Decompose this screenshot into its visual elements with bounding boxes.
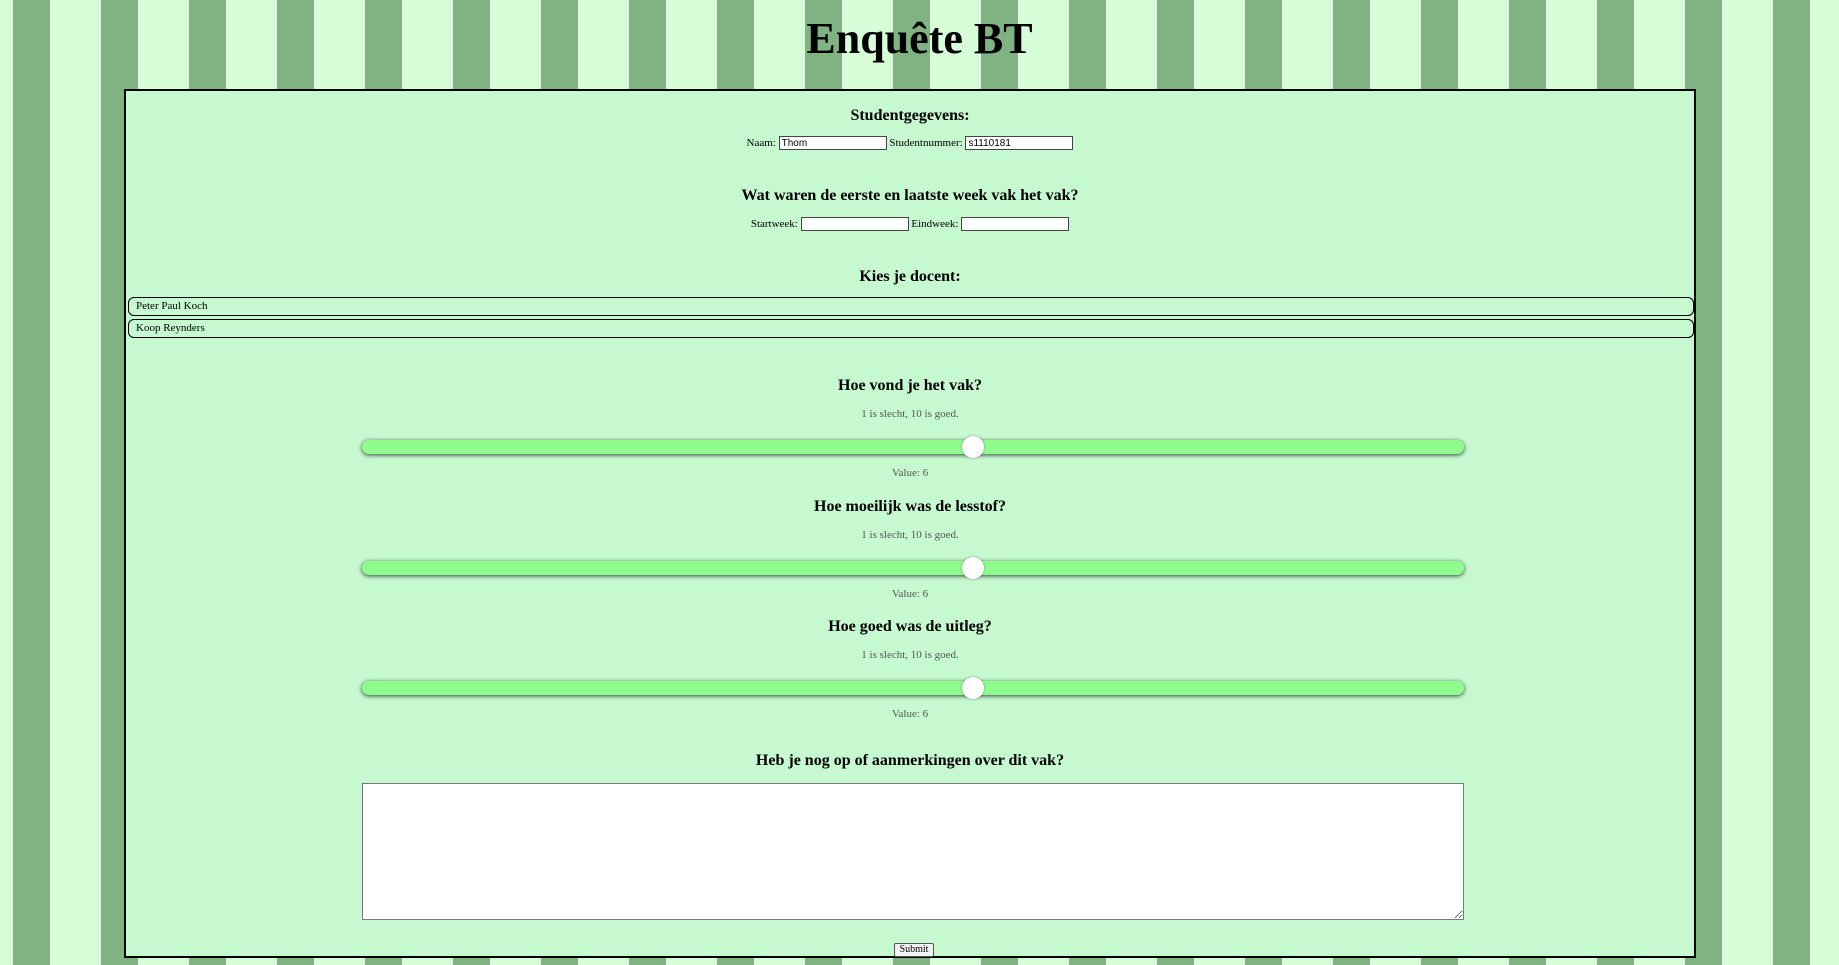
start-week-input[interactable] <box>800 217 909 232</box>
weeks-fields: Startweek: Eindweek: <box>126 216 1694 232</box>
end-week-label: Eindweek: <box>911 218 959 230</box>
weeks-heading: Wat waren de eerste en laatste week vak … <box>741 187 1079 204</box>
slider-thumb[interactable] <box>962 677 984 699</box>
name-input[interactable] <box>778 136 887 151</box>
rating-value-explanation: Value: 6 <box>891 708 929 720</box>
comments-heading: Heb je nog op of aanmerkingen over dit v… <box>755 752 1065 769</box>
rating-value-course: Value: 6 <box>891 467 929 479</box>
submit-button[interactable]: Submit <box>894 943 934 957</box>
teacher-option-koop-reynders[interactable]: Koop Reynders <box>128 319 1694 338</box>
rating-hint-course: 1 is slecht, 10 is goed. <box>861 408 959 420</box>
explanation-rating-slider[interactable] <box>362 677 1464 699</box>
comments-textarea[interactable] <box>362 783 1464 920</box>
slider-thumb[interactable] <box>962 557 984 579</box>
end-week-input[interactable] <box>961 217 1070 232</box>
survey-form: Studentgegevens: Naam: Studentnummer: Wa… <box>124 89 1696 958</box>
teacher-heading: Kies je docent: <box>859 268 961 285</box>
student-number-input[interactable] <box>965 136 1074 151</box>
difficulty-rating-slider[interactable] <box>362 557 1464 579</box>
student-heading: Studentgegevens: <box>850 107 970 124</box>
student-number-label: Studentnummer: <box>889 137 963 149</box>
course-rating-slider[interactable] <box>362 436 1464 458</box>
rating-hint-explanation: 1 is slecht, 10 is goed. <box>861 649 959 661</box>
name-label: Naam: <box>746 137 776 149</box>
rating-hint-difficulty: 1 is slecht, 10 is goed. <box>861 529 959 541</box>
slider-thumb[interactable] <box>962 436 984 458</box>
rating-question-course: Hoe vond je het vak? <box>838 377 982 394</box>
student-fields: Naam: Studentnummer: <box>126 135 1694 151</box>
rating-question-explanation: Hoe goed was de uitleg? <box>828 618 992 635</box>
rating-question-difficulty: Hoe moeilijk was de lesstof? <box>814 498 1006 515</box>
page-title: Enquête BT <box>806 14 1033 63</box>
start-week-label: Startweek: <box>750 218 798 230</box>
teacher-option-peter-paul-koch[interactable]: Peter Paul Koch <box>128 297 1694 316</box>
rating-value-difficulty: Value: 6 <box>891 588 929 600</box>
